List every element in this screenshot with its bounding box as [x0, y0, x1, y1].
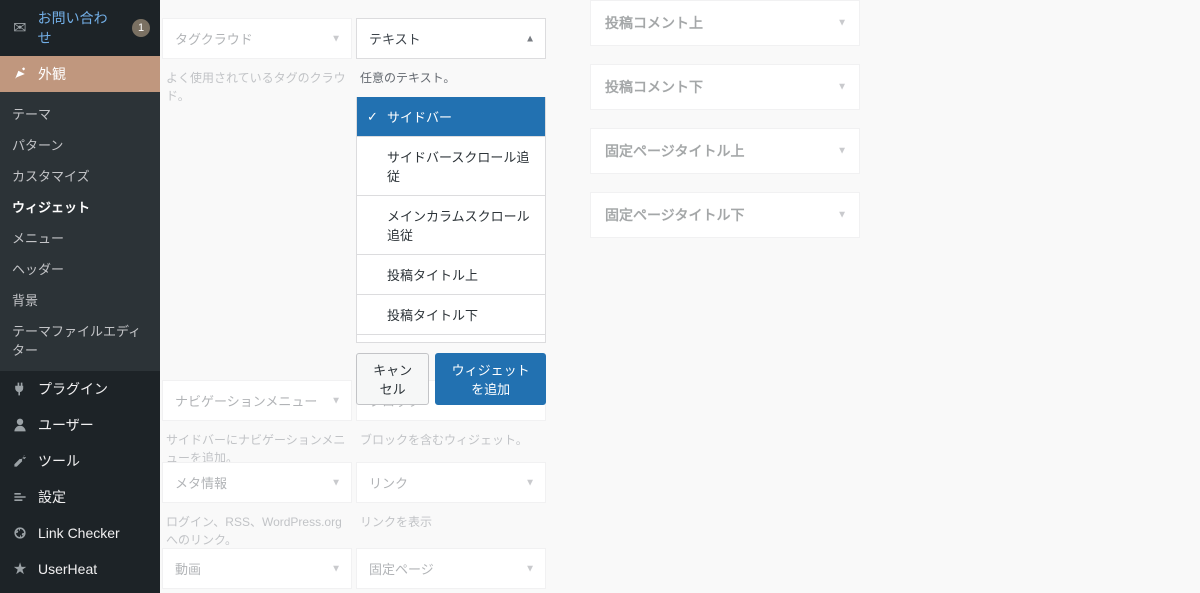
- widget-text-header[interactable]: テキスト ▲: [356, 18, 546, 59]
- chooser-item-sidebar[interactable]: サイドバー: [357, 97, 545, 137]
- sidebar-item-plugins[interactable]: プラグイン: [0, 371, 160, 407]
- area-label: 固定ページタイトル上: [605, 143, 744, 159]
- sub-customize[interactable]: カスタマイズ: [0, 160, 160, 191]
- widget-navmenu-title: ナビゲーションメニュー: [175, 394, 317, 409]
- cancel-button[interactable]: キャンセル: [356, 353, 429, 405]
- area-page-title-bottom[interactable]: 固定ページタイトル下 ▼: [590, 192, 860, 238]
- link-icon: [10, 523, 30, 543]
- widget-link-desc: リンクを表示: [356, 503, 546, 549]
- widget-link-block: リンク ▼ リンクを表示: [356, 462, 546, 549]
- widget-text-desc: 任意のテキスト。: [356, 59, 546, 97]
- sidebar-label-userheat: UserHeat: [38, 561, 97, 577]
- widget-video-header[interactable]: 動画 ▼: [162, 548, 352, 589]
- sidebar-label-appearance: 外観: [38, 64, 66, 84]
- area-label: 投稿コメント下: [605, 79, 703, 95]
- chevron-down-icon: ▼: [525, 563, 535, 574]
- sidebar-label-tools: ツール: [38, 451, 80, 471]
- sub-theme-editor[interactable]: テーマファイルエディター: [0, 315, 160, 365]
- sub-widgets[interactable]: ウィジェット: [0, 191, 160, 222]
- area-post-comment-bottom[interactable]: 投稿コメント下 ▼: [590, 64, 860, 110]
- sidebar-label-plugins: プラグイン: [38, 379, 108, 399]
- chooser-buttons: キャンセル ウィジェットを追加: [356, 353, 546, 405]
- chevron-up-icon: ▲: [525, 33, 535, 44]
- widget-area-chooser[interactable]: サイドバー サイドバースクロール追従 メインカラムスクロール追従 投稿タイトル上…: [356, 97, 546, 343]
- sidebar-item-settings[interactable]: 設定: [0, 479, 160, 515]
- area-page-title-top[interactable]: 固定ページタイトル上 ▼: [590, 128, 860, 174]
- chooser-item-post-title-bot[interactable]: 投稿タイトル下: [357, 295, 545, 335]
- widget-navmenu-header[interactable]: ナビゲーションメニュー ▼: [162, 380, 352, 421]
- sidebar-item-appearance[interactable]: 外観: [0, 56, 160, 92]
- widget-tagcloud-header[interactable]: タグクラウド ▼: [162, 18, 352, 59]
- widget-video-title: 動画: [175, 562, 201, 577]
- available-widgets-col-left: タグクラウド ▼ よく使用されているタグのクラウド。: [162, 0, 352, 123]
- sub-patterns[interactable]: パターン: [0, 129, 160, 160]
- widget-video-block: 動画 ▼: [162, 548, 352, 589]
- main-content: タグクラウド ▼ よく使用されているタグのクラウド。 投稿コメント上 ▼ 投稿コ…: [160, 0, 1200, 593]
- sub-header[interactable]: ヘッダー: [0, 253, 160, 284]
- widget-tagcloud-title: タグクラウド: [175, 32, 253, 47]
- widget-meta-title: メタ情報: [175, 476, 227, 491]
- plug-icon: [10, 379, 30, 399]
- add-widget-button[interactable]: ウィジェットを追加: [435, 353, 546, 405]
- chevron-down-icon: ▼: [331, 395, 341, 406]
- widget-text-title: テキスト: [369, 32, 421, 47]
- chevron-down-icon: ▼: [331, 477, 341, 488]
- sliders-icon: [10, 487, 30, 507]
- chevron-down-icon: ▼: [837, 82, 847, 93]
- widget-link-header[interactable]: リンク ▼: [356, 462, 546, 503]
- sidebar-item-users[interactable]: ユーザー: [0, 407, 160, 443]
- chooser-item-sidebar-scroll[interactable]: サイドバースクロール追従: [357, 137, 545, 196]
- widget-page-title: 固定ページ: [369, 562, 434, 577]
- widget-link-title: リンク: [369, 476, 408, 491]
- widget-areas-col: 投稿コメント上 ▼ 投稿コメント下 ▼ 固定ページタイトル上 ▼ 固定ページタイ…: [590, 0, 860, 256]
- star-icon: ★: [10, 559, 30, 579]
- chooser-item-post-title-top[interactable]: 投稿タイトル上: [357, 255, 545, 295]
- sidebar-item-tools[interactable]: ツール: [0, 443, 160, 479]
- sidebar-label-users: ユーザー: [38, 415, 94, 435]
- widget-page-block: 固定ページ ▼: [356, 548, 546, 589]
- widget-text-open: テキスト ▲ 任意のテキスト。 サイドバー サイドバースクロール追従 メインカラ…: [356, 18, 546, 405]
- wrench-icon: [10, 451, 30, 471]
- user-icon: [10, 415, 30, 435]
- brush-icon: [10, 64, 30, 84]
- sidebar-label-settings: 設定: [38, 487, 66, 507]
- sidebar-label-contact: お問い合わせ: [38, 8, 120, 48]
- chevron-down-icon: ▼: [525, 477, 535, 488]
- sidebar-item-userheat[interactable]: ★ UserHeat: [0, 551, 160, 587]
- area-label: 投稿コメント上: [605, 15, 703, 31]
- chevron-down-icon: ▼: [837, 146, 847, 157]
- sub-background[interactable]: 背景: [0, 284, 160, 315]
- widget-tagcloud-desc: よく使用されているタグのクラウド。: [162, 59, 352, 123]
- sidebar-item-contact[interactable]: ✉ お問い合わせ 1: [0, 0, 160, 56]
- widget-block-desc: ブロックを含むウィジェット。: [356, 421, 546, 467]
- chooser-item-post-body-top[interactable]: 投稿本文上: [357, 335, 545, 343]
- widget-page-header[interactable]: 固定ページ ▼: [356, 548, 546, 589]
- mail-icon: ✉: [10, 18, 30, 38]
- sub-themes[interactable]: テーマ: [0, 98, 160, 129]
- sidebar-item-tswebfonts[interactable]: TS Webfonts for XSERVER: [0, 587, 160, 593]
- chevron-down-icon: ▼: [331, 563, 341, 574]
- chevron-down-icon: ▼: [837, 210, 847, 221]
- area-label: 固定ページタイトル下: [605, 207, 744, 223]
- chevron-down-icon: ▼: [837, 18, 847, 29]
- chooser-item-main-scroll[interactable]: メインカラムスクロール追従: [357, 196, 545, 255]
- sub-menus[interactable]: メニュー: [0, 222, 160, 253]
- widget-meta-header[interactable]: メタ情報 ▼: [162, 462, 352, 503]
- contact-count-badge: 1: [132, 19, 150, 37]
- area-post-comment-top[interactable]: 投稿コメント上 ▼: [590, 0, 860, 46]
- sidebar-submenu-appearance: テーマ パターン カスタマイズ ウィジェット メニュー ヘッダー 背景 テーマフ…: [0, 92, 160, 371]
- sidebar-item-linkchecker[interactable]: Link Checker: [0, 515, 160, 551]
- sidebar-label-linkchecker: Link Checker: [38, 525, 120, 541]
- chevron-down-icon: ▼: [331, 33, 341, 44]
- admin-sidebar: ✉ お問い合わせ 1 外観 テーマ パターン カスタマイズ ウィジェット メニュ…: [0, 0, 160, 593]
